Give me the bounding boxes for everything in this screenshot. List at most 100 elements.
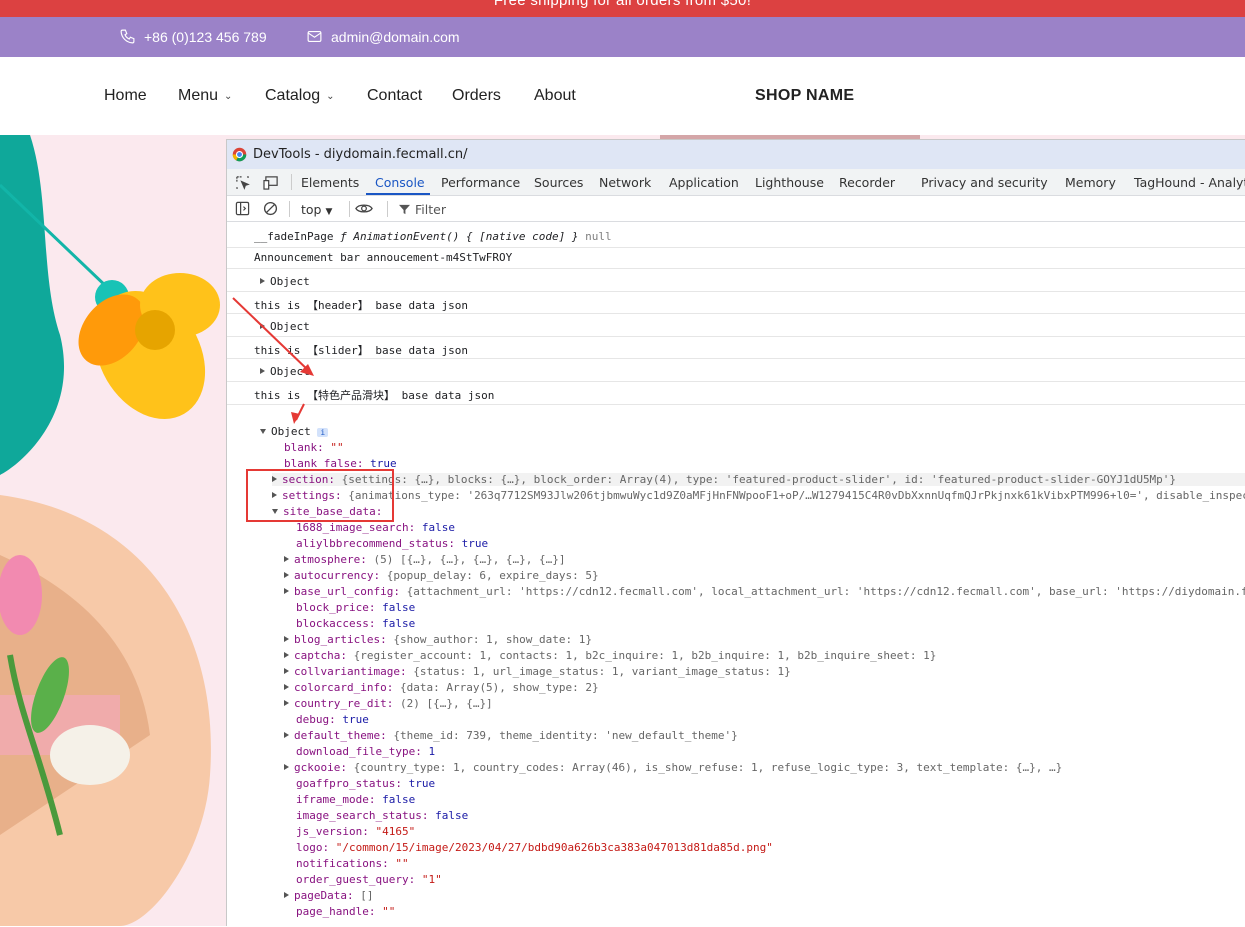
- inspect-element-icon[interactable]: [235, 175, 250, 190]
- prop-entry: goaffpro_status: true: [296, 777, 435, 790]
- prop-value: false: [382, 793, 416, 806]
- devtools-window: DevTools - diydomain.fecmall.cn/ Element…: [226, 139, 1245, 926]
- log-separator: [227, 336, 1245, 337]
- nav-label: About: [534, 87, 576, 104]
- chevron-down-icon: ⌄: [224, 90, 233, 102]
- prop-entry: page_handle: "": [296, 905, 395, 918]
- log-object-toggle[interactable]: Object: [260, 365, 310, 378]
- nav-catalog[interactable]: Catalog ⌄: [265, 87, 335, 105]
- prop-section[interactable]: section: {settings: {…}, blocks: {…}, bl…: [272, 473, 1245, 486]
- prop-value: false: [382, 617, 416, 630]
- expand-triangle-icon: [284, 556, 289, 562]
- tab-privacy-security[interactable]: Privacy and security: [921, 175, 1048, 190]
- expand-triangle-icon: [284, 668, 289, 674]
- prop-value: "": [330, 441, 344, 454]
- nav-contact[interactable]: Contact: [367, 87, 422, 105]
- prop-key: logo:: [296, 841, 330, 854]
- prop-entry[interactable]: colorcard_info: {data: Array(5), show_ty…: [284, 681, 599, 694]
- tab-taghound[interactable]: TagHound - Analyti: [1134, 175, 1245, 190]
- nav-menu[interactable]: Menu ⌄: [178, 87, 232, 105]
- prop-entry: download_file_type: 1: [296, 745, 435, 758]
- tab-network[interactable]: Network: [599, 175, 651, 190]
- log-object-toggle[interactable]: Object: [260, 275, 310, 288]
- main-nav: Home Menu ⌄ Catalog ⌄ Contact Orders About…: [0, 57, 1245, 135]
- nav-orders[interactable]: Orders: [452, 87, 501, 105]
- expand-triangle-icon: [284, 684, 289, 690]
- console-output: __fadeInPage ƒ AnimationEvent() { [nativ…: [227, 223, 1245, 927]
- prop-entry[interactable]: blog_articles: {show_author: 1, show_dat…: [284, 633, 592, 646]
- nav-home[interactable]: Home: [104, 87, 147, 105]
- toolbar-divider: [387, 201, 388, 217]
- announcement-bar: Free shipping for all orders from $50!: [0, 0, 1245, 17]
- prop-entry[interactable]: autocurrency: {popup_delay: 6, expire_da…: [284, 569, 599, 582]
- shop-name[interactable]: SHOP NAME: [755, 87, 854, 105]
- nav-about[interactable]: About: [534, 87, 576, 105]
- nav-label: Catalog: [265, 87, 321, 104]
- prop-entry[interactable]: gckooie: {country_type: 1, country_codes…: [284, 761, 1062, 774]
- log-object-toggle[interactable]: Object: [260, 320, 310, 333]
- prop-entry: debug: true: [296, 713, 369, 726]
- prop-value: {animations_type: '263q7712SM93Jlw206tjb…: [348, 489, 1245, 502]
- devtools-tabbar: Elements Console Performance Sources Net…: [227, 169, 1245, 196]
- filter-placeholder: Filter: [415, 202, 446, 217]
- prop-entry[interactable]: collvariantimage: {status: 1, url_image_…: [284, 665, 791, 678]
- log-text: __fadeInPage: [254, 230, 334, 243]
- prop-key: collvariantimage:: [294, 665, 407, 678]
- prop-key: image_search_status:: [296, 809, 429, 822]
- prop-entry[interactable]: captcha: {register_account: 1, contacts:…: [284, 649, 936, 662]
- tab-recorder[interactable]: Recorder: [839, 175, 895, 190]
- contact-bar: +86 (0)123 456 789 admin@domain.com: [0, 17, 1245, 57]
- expand-triangle-icon: [284, 572, 289, 578]
- tree-root[interactable]: Object i: [260, 425, 329, 438]
- log-text: Object: [270, 275, 310, 288]
- phone-contact[interactable]: +86 (0)123 456 789: [119, 28, 267, 45]
- email-contact[interactable]: admin@domain.com: [306, 28, 460, 45]
- devtools-title: DevTools - diydomain.fecmall.cn/: [253, 147, 468, 162]
- expand-triangle-icon: [284, 732, 289, 738]
- filter-icon: [399, 204, 410, 215]
- tab-divider: [291, 174, 292, 190]
- log-separator: [227, 358, 1245, 359]
- prop-entry[interactable]: atmosphere: (5) [{…}, {…}, {…}, {…}, {…}…: [284, 553, 566, 566]
- prop-entry: js_version: "4165": [296, 825, 415, 838]
- tab-performance[interactable]: Performance: [441, 175, 520, 190]
- prop-key: order_guest_query:: [296, 873, 416, 886]
- filter-input[interactable]: Filter: [399, 202, 446, 217]
- log-separator: [227, 404, 1245, 405]
- prop-entry: notifications: "": [296, 857, 409, 870]
- prop-blank: blank: "": [284, 441, 344, 454]
- prop-value: {data: Array(5), show_type: 2}: [399, 681, 599, 694]
- context-selector[interactable]: top ▼: [301, 202, 332, 217]
- sidebar-toggle-icon[interactable]: [235, 201, 250, 216]
- prop-value: "": [395, 857, 409, 870]
- prop-entry[interactable]: country_re_dit: (2) [{…}, {…}]: [284, 697, 493, 710]
- clear-console-icon[interactable]: [263, 201, 278, 216]
- prop-key: goaffpro_status:: [296, 777, 402, 790]
- prop-entry: blockaccess: false: [296, 617, 415, 630]
- prop-entry[interactable]: base_url_config: {attachment_url: 'https…: [284, 585, 1245, 598]
- tree-root-label: Object: [271, 425, 311, 438]
- tab-elements[interactable]: Elements: [301, 175, 359, 190]
- prop-key: notifications:: [296, 857, 389, 870]
- tab-sources[interactable]: Sources: [534, 175, 583, 190]
- prop-entry: image_search_status: false: [296, 809, 468, 822]
- prop-value: false: [382, 601, 416, 614]
- dropdown-caret-icon: ▼: [325, 207, 333, 217]
- prop-key: captcha:: [294, 649, 347, 662]
- prop-settings[interactable]: settings: {animations_type: '263q7712SM9…: [272, 489, 1245, 502]
- tab-application[interactable]: Application: [669, 175, 739, 190]
- prop-value: 1: [428, 745, 436, 758]
- tab-console[interactable]: Console: [375, 175, 425, 190]
- prop-entry[interactable]: pageData: []: [284, 889, 373, 902]
- tab-lighthouse[interactable]: Lighthouse: [755, 175, 824, 190]
- eye-icon[interactable]: [355, 201, 373, 216]
- expand-triangle-icon: [260, 368, 265, 374]
- prop-value: {attachment_url: 'https://cdn12.fecmall.…: [406, 585, 1245, 598]
- highlight-box: [246, 469, 394, 522]
- prop-entry[interactable]: default_theme: {theme_id: 739, theme_ide…: [284, 729, 738, 742]
- chrome-icon: [232, 147, 247, 162]
- log-null: null: [585, 230, 612, 243]
- prop-value: "/common/15/image/2023/04/27/bdbd90a626b…: [335, 841, 773, 854]
- tab-memory[interactable]: Memory: [1065, 175, 1116, 190]
- device-toolbar-icon[interactable]: [263, 175, 280, 190]
